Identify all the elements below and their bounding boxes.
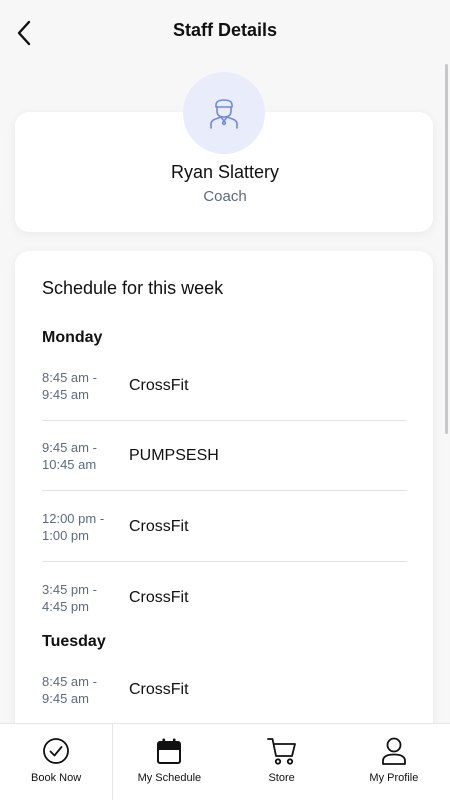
nav-label: My Schedule	[137, 772, 202, 784]
nav-label: Store	[268, 772, 295, 784]
class-name: CrossFit	[129, 517, 189, 535]
staff-role: Coach	[203, 188, 247, 205]
class-row[interactable]: 9:45 am - 10:45 am PUMPSESH	[42, 421, 407, 491]
nav-my-profile[interactable]: My Profile	[338, 724, 450, 800]
class-row[interactable]: 8:45 am - 9:45 am CrossFit	[42, 655, 407, 725]
class-time: 3:45 pm - 4:45 pm	[42, 582, 97, 614]
day-heading-tuesday: Tuesday	[42, 633, 106, 650]
nav-label: Book Now	[31, 772, 82, 784]
nav-label: My Profile	[369, 772, 419, 784]
day-heading-monday: Monday	[42, 329, 103, 346]
user-icon	[210, 99, 238, 129]
class-name: CrossFit	[129, 376, 189, 394]
header: Staff Details	[0, 0, 450, 64]
class-name: CrossFit	[129, 589, 189, 606]
bottom-nav: Book Now My Schedule Store My Profile	[0, 723, 450, 800]
class-time: 8:45 am - 9:45 am	[42, 369, 97, 402]
avatar	[183, 72, 265, 154]
page-title: Staff Details	[172, 20, 278, 40]
nav-book-now[interactable]: Book Now	[0, 724, 114, 800]
nav-my-schedule[interactable]: My Schedule	[113, 724, 225, 800]
class-time: 9:45 am - 10:45 am	[42, 439, 97, 472]
check-circle-icon	[42, 736, 70, 766]
class-time: 12:00 pm - 1:00 pm	[42, 510, 105, 543]
class-name: CrossFit	[129, 681, 189, 698]
staff-name: Ryan Slattery	[170, 162, 280, 182]
calendar-icon	[156, 736, 182, 766]
class-row[interactable]: 8:45 am - 9:45 am CrossFit	[42, 351, 407, 421]
person-icon	[380, 736, 408, 766]
class-name: PUMPSESH	[129, 446, 219, 464]
scrollbar[interactable]	[445, 64, 448, 434]
nav-store[interactable]: Store	[226, 724, 338, 800]
class-time: 8:45 am - 9:45 am	[42, 674, 97, 706]
cart-icon	[266, 736, 298, 766]
schedule-title: Schedule for this week	[42, 278, 224, 298]
class-row[interactable]: 12:00 pm - 1:00 pm CrossFit	[42, 492, 407, 562]
class-row[interactable]: 3:45 pm - 4:45 pm CrossFit	[42, 563, 407, 633]
